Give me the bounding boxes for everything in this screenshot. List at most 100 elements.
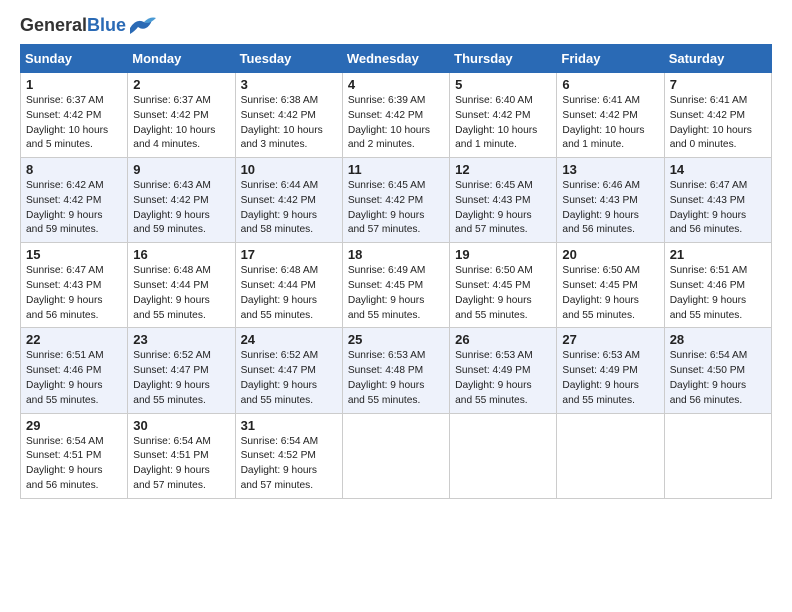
cell-text: Sunrise: 6:43 AMSunset: 4:42 PMDaylight:… bbox=[133, 179, 229, 238]
logo-blue: Blue bbox=[87, 15, 126, 35]
cell-text: Sunrise: 6:47 AMSunset: 4:43 PMDaylight:… bbox=[670, 179, 766, 238]
calendar-cell: 30Sunrise: 6:54 AMSunset: 4:51 PMDayligh… bbox=[128, 413, 235, 498]
cell-text: Sunrise: 6:52 AMSunset: 4:47 PMDaylight:… bbox=[133, 349, 229, 408]
day-number: 29 bbox=[26, 418, 122, 433]
logo-text: GeneralBlue bbox=[20, 16, 126, 36]
cell-text: Sunrise: 6:37 AMSunset: 4:42 PMDaylight:… bbox=[133, 94, 229, 153]
calendar-cell: 6Sunrise: 6:41 AMSunset: 4:42 PMDaylight… bbox=[557, 73, 664, 158]
day-number: 23 bbox=[133, 332, 229, 347]
weekday-header: Friday bbox=[557, 45, 664, 73]
calendar-cell: 16 Sunrise: 6:48 AMSunset: 4:44 PMDayligh… bbox=[128, 243, 235, 328]
calendar-cell bbox=[342, 413, 449, 498]
day-number: 22 bbox=[26, 332, 122, 347]
day-number: 20 bbox=[562, 247, 658, 262]
calendar-cell: 14 Sunrise: 6:47 AMSunset: 4:43 PMDayligh… bbox=[664, 158, 771, 243]
calendar-cell: 3 Sunrise: 6:38 AMSunset: 4:42 PMDaylight… bbox=[235, 73, 342, 158]
cell-text: Sunrise: 6:47 AMSunset: 4:43 PMDaylight:… bbox=[26, 264, 122, 323]
day-number: 15 bbox=[26, 247, 122, 262]
cell-text: Sunrise: 6:48 AMSunset: 4:44 PMDaylight:… bbox=[133, 264, 229, 323]
calendar-cell: 19 Sunrise: 6:50 AMSunset: 4:45 PMDayligh… bbox=[450, 243, 557, 328]
calendar-cell: 29 Sunrise: 6:54 AMSunset: 4:51 PMDayligh… bbox=[21, 413, 128, 498]
cell-text: Sunrise: 6:48 AMSunset: 4:44 PMDaylight:… bbox=[241, 264, 337, 323]
day-number: 13 bbox=[562, 162, 658, 177]
cell-text: Sunrise: 6:51 AMSunset: 4:46 PMDaylight:… bbox=[26, 349, 122, 408]
cell-text: Sunrise: 6:45 AMSunset: 4:43 PMDaylight:… bbox=[455, 179, 551, 238]
calendar-cell: 13 Sunrise: 6:46 AMSunset: 4:43 PMDayligh… bbox=[557, 158, 664, 243]
cell-text: Sunrise: 6:53 AMSunset: 4:49 PMDaylight:… bbox=[562, 349, 658, 408]
cell-text: Sunrise: 6:42 AMSunset: 4:42 PMDaylight:… bbox=[26, 179, 122, 238]
logo-bird-icon bbox=[128, 16, 156, 36]
cell-text: Sunrise: 6:41 AMSunset: 4:42 PMDaylight:… bbox=[562, 94, 658, 153]
calendar-cell: 8Sunrise: 6:42 AMSunset: 4:42 PMDaylight… bbox=[21, 158, 128, 243]
day-number: 3 bbox=[241, 77, 337, 92]
cell-text: Sunrise: 6:46 AMSunset: 4:43 PMDaylight:… bbox=[562, 179, 658, 238]
day-number: 12 bbox=[455, 162, 551, 177]
calendar-cell: 25 Sunrise: 6:53 AMSunset: 4:48 PMDayligh… bbox=[342, 328, 449, 413]
calendar-cell: 31 Sunrise: 6:54 AMSunset: 4:52 PMDayligh… bbox=[235, 413, 342, 498]
day-number: 25 bbox=[348, 332, 444, 347]
calendar-cell: 1 Sunrise: 6:37 AMSunset: 4:42 PMDaylight… bbox=[21, 73, 128, 158]
calendar-cell: 26 Sunrise: 6:53 AMSunset: 4:49 PMDayligh… bbox=[450, 328, 557, 413]
logo: GeneralBlue bbox=[20, 16, 156, 36]
cell-text: Sunrise: 6:50 AMSunset: 4:45 PMDaylight:… bbox=[562, 264, 658, 323]
day-number: 5 bbox=[455, 77, 551, 92]
calendar-cell: 18 Sunrise: 6:49 AMSunset: 4:45 PMDayligh… bbox=[342, 243, 449, 328]
day-number: 10 bbox=[241, 162, 337, 177]
cell-text: Sunrise: 6:39 AMSunset: 4:42 PMDaylight:… bbox=[348, 94, 444, 153]
cell-text: Sunrise: 6:38 AMSunset: 4:42 PMDaylight:… bbox=[241, 94, 337, 153]
cell-text: Sunrise: 6:41 AMSunset: 4:42 PMDaylight:… bbox=[670, 94, 766, 153]
calendar-cell: 28 Sunrise: 6:54 AMSunset: 4:50 PMDayligh… bbox=[664, 328, 771, 413]
calendar-cell: 5 Sunrise: 6:40 AMSunset: 4:42 PMDaylight… bbox=[450, 73, 557, 158]
cell-text: Sunrise: 6:51 AMSunset: 4:46 PMDaylight:… bbox=[670, 264, 766, 323]
calendar-week-row: 8Sunrise: 6:42 AMSunset: 4:42 PMDaylight… bbox=[21, 158, 772, 243]
cell-text: Sunrise: 6:37 AMSunset: 4:42 PMDaylight:… bbox=[26, 94, 122, 153]
weekday-header: Tuesday bbox=[235, 45, 342, 73]
calendar-cell: 12 Sunrise: 6:45 AMSunset: 4:43 PMDayligh… bbox=[450, 158, 557, 243]
calendar-cell: 9Sunrise: 6:43 AMSunset: 4:42 PMDaylight… bbox=[128, 158, 235, 243]
day-number: 28 bbox=[670, 332, 766, 347]
cell-text: Sunrise: 6:54 AMSunset: 4:51 PMDaylight:… bbox=[133, 435, 229, 494]
calendar-cell bbox=[664, 413, 771, 498]
calendar-cell: 2Sunrise: 6:37 AMSunset: 4:42 PMDaylight… bbox=[128, 73, 235, 158]
calendar-week-row: 1 Sunrise: 6:37 AMSunset: 4:42 PMDaylight… bbox=[21, 73, 772, 158]
cell-text: Sunrise: 6:40 AMSunset: 4:42 PMDaylight:… bbox=[455, 94, 551, 153]
day-number: 18 bbox=[348, 247, 444, 262]
day-number: 16 bbox=[133, 247, 229, 262]
day-number: 31 bbox=[241, 418, 337, 433]
calendar-cell: 23 Sunrise: 6:52 AMSunset: 4:47 PMDayligh… bbox=[128, 328, 235, 413]
cell-text: Sunrise: 6:53 AMSunset: 4:48 PMDaylight:… bbox=[348, 349, 444, 408]
cell-text: Sunrise: 6:53 AMSunset: 4:49 PMDaylight:… bbox=[455, 349, 551, 408]
day-number: 11 bbox=[348, 162, 444, 177]
calendar-cell: 27 Sunrise: 6:53 AMSunset: 4:49 PMDayligh… bbox=[557, 328, 664, 413]
weekday-header: Wednesday bbox=[342, 45, 449, 73]
cell-text: Sunrise: 6:54 AMSunset: 4:52 PMDaylight:… bbox=[241, 435, 337, 494]
calendar-cell: 11 Sunrise: 6:45 AMSunset: 4:42 PMDayligh… bbox=[342, 158, 449, 243]
cell-text: Sunrise: 6:54 AMSunset: 4:50 PMDaylight:… bbox=[670, 349, 766, 408]
calendar-cell: 7Sunrise: 6:41 AMSunset: 4:42 PMDaylight… bbox=[664, 73, 771, 158]
calendar-cell: 21Sunrise: 6:51 AMSunset: 4:46 PMDayligh… bbox=[664, 243, 771, 328]
calendar-header-row: SundayMondayTuesdayWednesdayThursdayFrid… bbox=[21, 45, 772, 73]
cell-text: Sunrise: 6:49 AMSunset: 4:45 PMDaylight:… bbox=[348, 264, 444, 323]
cell-text: Sunrise: 6:50 AMSunset: 4:45 PMDaylight:… bbox=[455, 264, 551, 323]
day-number: 1 bbox=[26, 77, 122, 92]
cell-text: Sunrise: 6:54 AMSunset: 4:51 PMDaylight:… bbox=[26, 435, 122, 494]
day-number: 19 bbox=[455, 247, 551, 262]
calendar-cell bbox=[557, 413, 664, 498]
calendar-week-row: 15 Sunrise: 6:47 AMSunset: 4:43 PMDayligh… bbox=[21, 243, 772, 328]
calendar-cell: 17 Sunrise: 6:48 AMSunset: 4:44 PMDayligh… bbox=[235, 243, 342, 328]
cell-text: Sunrise: 6:45 AMSunset: 4:42 PMDaylight:… bbox=[348, 179, 444, 238]
calendar-table: SundayMondayTuesdayWednesdayThursdayFrid… bbox=[20, 44, 772, 499]
day-number: 14 bbox=[670, 162, 766, 177]
day-number: 24 bbox=[241, 332, 337, 347]
calendar-cell: 10Sunrise: 6:44 AMSunset: 4:42 PMDayligh… bbox=[235, 158, 342, 243]
calendar-cell: 24Sunrise: 6:52 AMSunset: 4:47 PMDayligh… bbox=[235, 328, 342, 413]
calendar-week-row: 29 Sunrise: 6:54 AMSunset: 4:51 PMDayligh… bbox=[21, 413, 772, 498]
calendar-week-row: 22 Sunrise: 6:51 AMSunset: 4:46 PMDayligh… bbox=[21, 328, 772, 413]
day-number: 26 bbox=[455, 332, 551, 347]
weekday-header: Thursday bbox=[450, 45, 557, 73]
day-number: 27 bbox=[562, 332, 658, 347]
calendar-cell bbox=[450, 413, 557, 498]
weekday-header: Sunday bbox=[21, 45, 128, 73]
calendar-cell: 15 Sunrise: 6:47 AMSunset: 4:43 PMDayligh… bbox=[21, 243, 128, 328]
day-number: 17 bbox=[241, 247, 337, 262]
